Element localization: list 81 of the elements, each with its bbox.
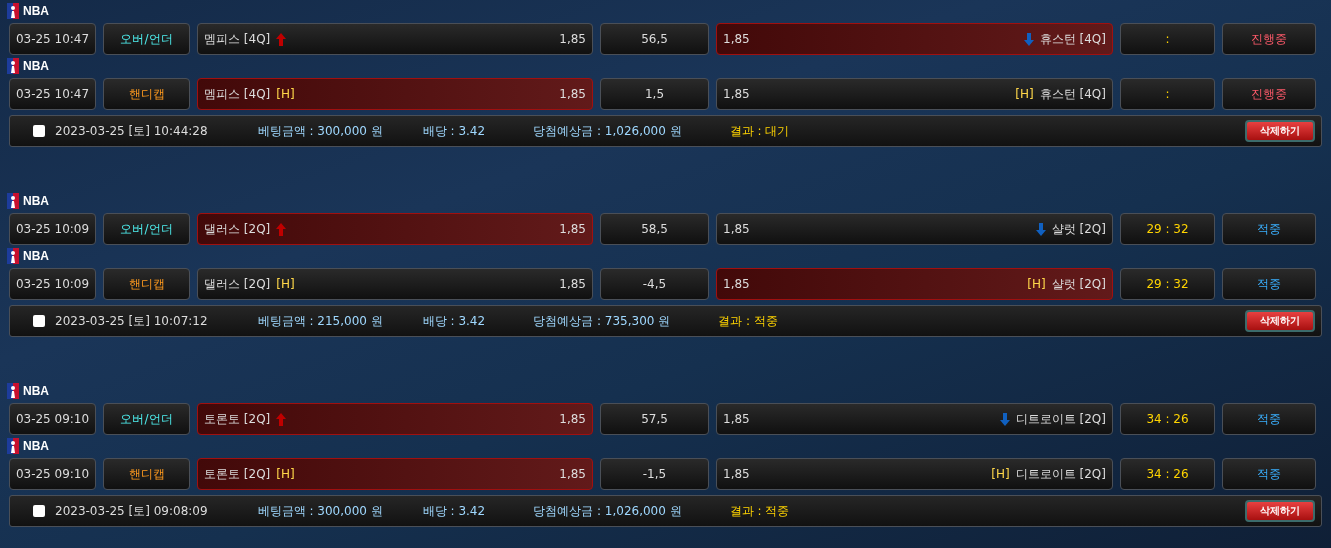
match-time: 03-25 09:10 xyxy=(9,458,96,490)
down-arrow-icon xyxy=(1023,32,1034,46)
away-team-option[interactable]: 1,85 휴스턴 [4Q] xyxy=(716,23,1113,55)
expected-payout: 당첨예상금 : 1,026,000 원 xyxy=(533,122,682,140)
score: 29 : 32 xyxy=(1120,213,1215,245)
delete-button[interactable]: 삭제하기 xyxy=(1245,500,1315,522)
match-time: 03-25 10:09 xyxy=(9,268,96,300)
status: 적중 xyxy=(1222,268,1316,300)
league-name: NBA xyxy=(23,59,49,73)
expected-payout: 당첨예상금 : 1,026,000 원 xyxy=(533,502,682,520)
home-team-option[interactable]: 댈러스 [2Q] 1,85 xyxy=(197,213,593,245)
bet-datetime: 2023-03-25 [토] 10:07:12 xyxy=(55,312,208,330)
line-value: -1,5 xyxy=(600,458,709,490)
bet-type: 핸디캡 xyxy=(103,78,190,110)
nba-logo-icon xyxy=(7,383,19,399)
bet-odds: 배당 : 3.42 xyxy=(422,312,486,330)
home-team-option[interactable]: 댈러스 [2Q] [H] 1,85 xyxy=(197,268,593,300)
line-value: 56,5 xyxy=(600,23,709,55)
bet-amount: 베팅금액 : 215,000 원 xyxy=(257,312,383,330)
line-value: 57,5 xyxy=(600,403,709,435)
select-checkbox[interactable] xyxy=(33,505,45,517)
league-name: NBA xyxy=(23,439,49,453)
nba-logo-icon xyxy=(7,58,19,74)
delete-button[interactable]: 삭제하기 xyxy=(1245,120,1315,142)
score: : xyxy=(1120,23,1215,55)
league-name: NBA xyxy=(23,4,49,18)
home-team-option[interactable]: 토론토 [2Q] 1,85 xyxy=(197,403,593,435)
score: 34 : 26 xyxy=(1120,458,1215,490)
bet-odds: 배당 : 3.42 xyxy=(422,502,486,520)
league-name: NBA xyxy=(23,249,49,263)
status: 적중 xyxy=(1222,213,1316,245)
match-time: 03-25 10:47 xyxy=(9,23,96,55)
up-arrow-icon xyxy=(276,222,287,236)
down-arrow-icon xyxy=(999,412,1010,426)
bet-type: 오버/언더 xyxy=(103,23,190,55)
away-team-option[interactable]: 1,85 [H] 디트로이트 [2Q] xyxy=(716,458,1113,490)
select-checkbox[interactable] xyxy=(33,125,45,137)
delete-button[interactable]: 삭제하기 xyxy=(1245,310,1315,332)
bet-amount: 베팅금액 : 300,000 원 xyxy=(257,122,383,140)
up-arrow-icon xyxy=(276,412,287,426)
select-checkbox[interactable] xyxy=(33,315,45,327)
nba-logo-icon xyxy=(7,248,19,264)
bet-result: 결과 : 대기 xyxy=(729,122,790,140)
status: 진행중 xyxy=(1222,78,1316,110)
away-team-option[interactable]: 1,85 [H] 샬럿 [2Q] xyxy=(716,268,1113,300)
score: 34 : 26 xyxy=(1120,403,1215,435)
status: 진행중 xyxy=(1222,23,1316,55)
league-name: NBA xyxy=(23,194,49,208)
match-time: 03-25 10:09 xyxy=(9,213,96,245)
bet-odds: 배당 : 3.42 xyxy=(422,122,486,140)
match-time: 03-25 09:10 xyxy=(9,403,96,435)
bet-datetime: 2023-03-25 [토] 09:08:09 xyxy=(55,502,208,520)
bet-type: 오버/언더 xyxy=(103,213,190,245)
bet-result: 결과 : 적중 xyxy=(718,312,778,330)
status: 적중 xyxy=(1222,458,1316,490)
home-team-option[interactable]: 멤피스 [4Q] 1,85 xyxy=(197,23,593,55)
expected-payout: 당첨예상금 : 735,300 원 xyxy=(533,312,671,330)
bet-datetime: 2023-03-25 [토] 10:44:28 xyxy=(55,122,208,140)
line-value: -4,5 xyxy=(600,268,709,300)
bet-result: 결과 : 적중 xyxy=(729,502,790,520)
bet-type: 핸디캡 xyxy=(103,458,190,490)
away-team-option[interactable]: 1,85 [H] 휴스턴 [4Q] xyxy=(716,78,1113,110)
nba-logo-icon xyxy=(7,3,19,19)
bet-type: 핸디캡 xyxy=(103,268,190,300)
bet-amount: 베팅금액 : 300,000 원 xyxy=(257,502,383,520)
home-team-option[interactable]: 멤피스 [4Q] [H] 1,85 xyxy=(197,78,593,110)
line-value: 58,5 xyxy=(600,213,709,245)
nba-logo-icon xyxy=(7,193,19,209)
status: 적중 xyxy=(1222,403,1316,435)
away-team-option[interactable]: 1,85 샬럿 [2Q] xyxy=(716,213,1113,245)
line-value: 1,5 xyxy=(600,78,709,110)
away-team-option[interactable]: 1,85 디트로이트 [2Q] xyxy=(716,403,1113,435)
match-time: 03-25 10:47 xyxy=(9,78,96,110)
bet-type: 오버/언더 xyxy=(103,403,190,435)
score: : xyxy=(1120,78,1215,110)
league-name: NBA xyxy=(23,384,49,398)
nba-logo-icon xyxy=(7,438,19,454)
down-arrow-icon xyxy=(1035,222,1046,236)
up-arrow-icon xyxy=(276,32,287,46)
score: 29 : 32 xyxy=(1120,268,1215,300)
home-team-option[interactable]: 토론토 [2Q] [H] 1,85 xyxy=(197,458,593,490)
